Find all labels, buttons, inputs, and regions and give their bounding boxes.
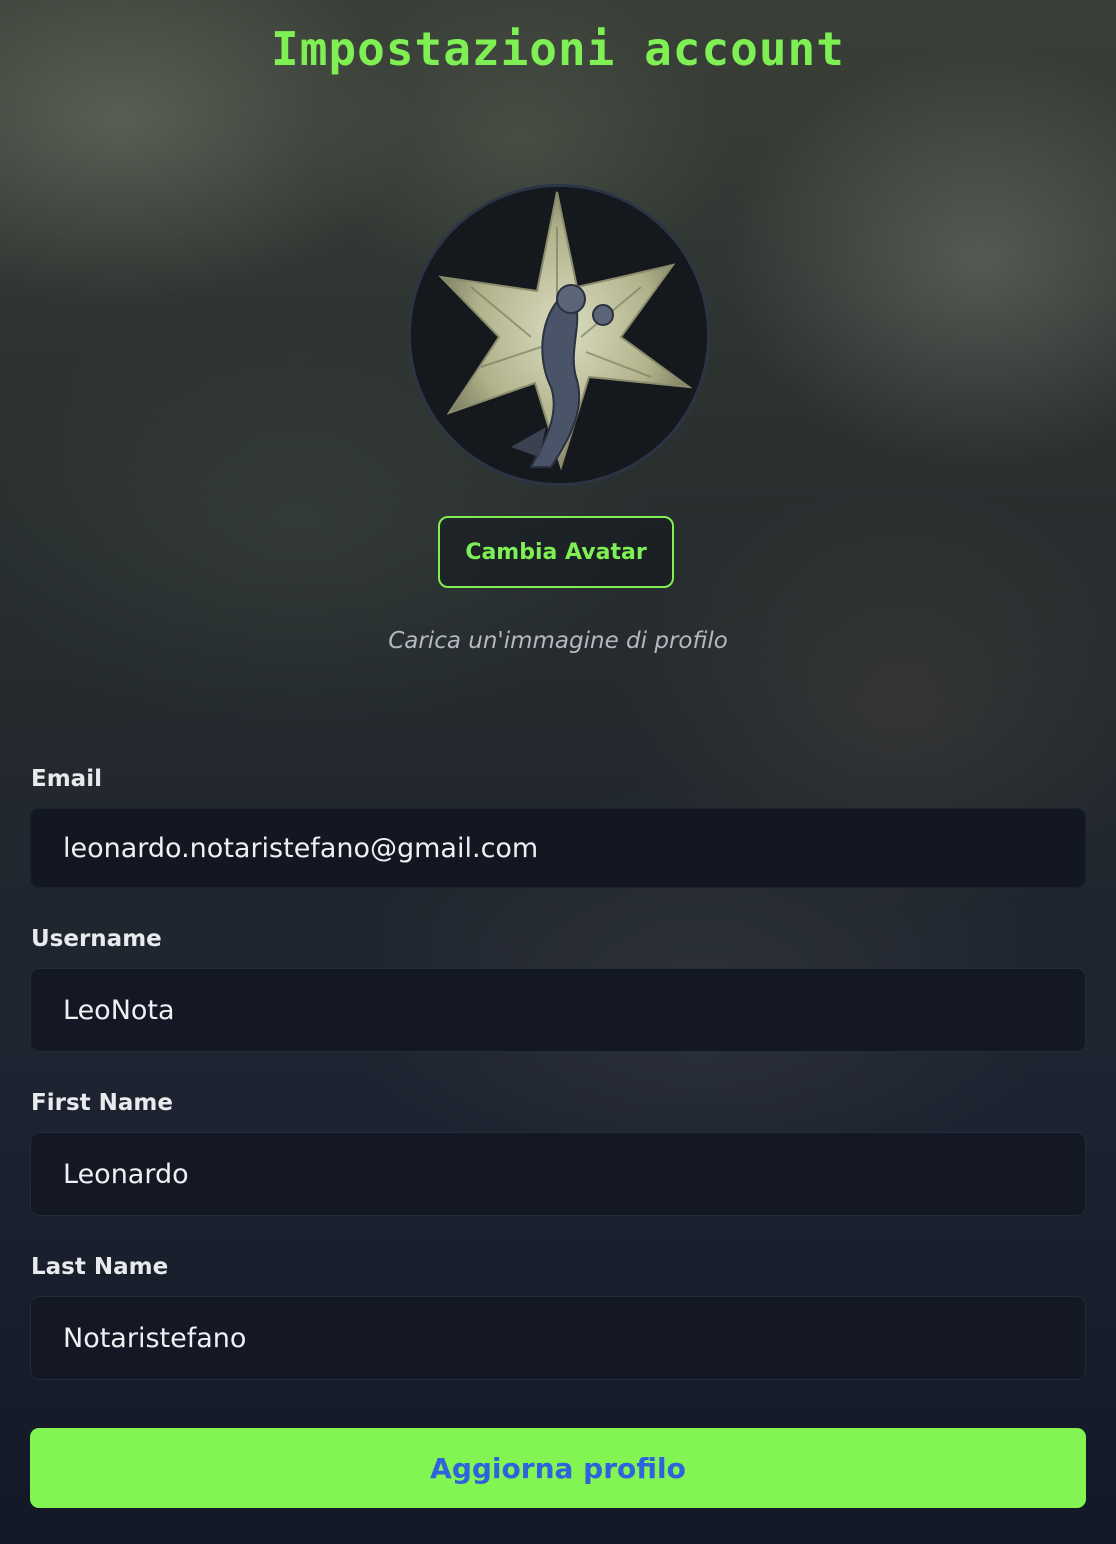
last-name-field[interactable] <box>30 1296 1086 1380</box>
page-title: Impostazioni account <box>271 22 845 76</box>
username-field[interactable] <box>30 968 1086 1052</box>
avatar <box>408 184 710 486</box>
first-name-label: First Name <box>31 1090 173 1116</box>
first-name-field[interactable] <box>30 1132 1086 1216</box>
account-settings-page: Impostazioni account Cambia Avatar Caric… <box>0 0 1116 1544</box>
email-label: Email <box>31 766 102 792</box>
change-avatar-button[interactable]: Cambia Avatar <box>438 516 674 588</box>
update-profile-button[interactable]: Aggiorna profilo <box>30 1428 1086 1508</box>
email-field[interactable] <box>30 808 1086 888</box>
avatar-hint: Carica un'immagine di profilo <box>388 628 728 654</box>
avatar-image <box>411 187 707 483</box>
username-label: Username <box>31 926 162 952</box>
last-name-label: Last Name <box>31 1254 169 1280</box>
